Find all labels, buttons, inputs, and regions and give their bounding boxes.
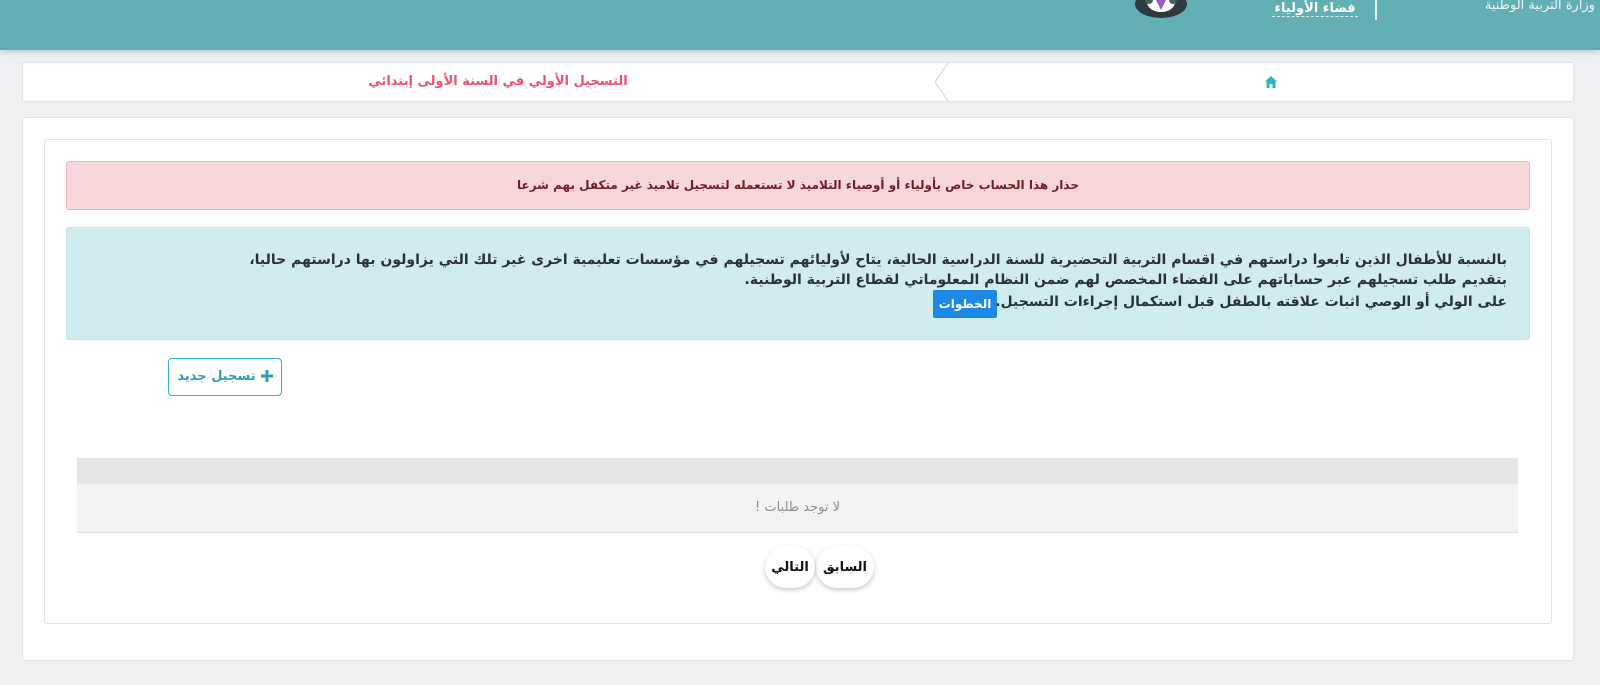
new-registration-button[interactable]: تسجيل جديد: [168, 358, 282, 396]
logo-emblem-icon: [1135, 0, 1187, 18]
header-divider: [1375, 0, 1377, 20]
home-icon[interactable]: [1264, 75, 1278, 89]
table-empty-message: لا توجد طلبات !: [77, 484, 1518, 533]
info-text-line-3: على الولي أو الوصي اثبات علاقته بالطفل ق…: [995, 294, 1507, 310]
previous-page-button[interactable]: السابق: [816, 546, 874, 588]
info-text-line-1: بالنسبة للأطفال الذين تابعوا دراستهم في …: [249, 252, 1507, 268]
ministry-logo-text: وزارة التربية الوطنية: [1484, 0, 1595, 13]
table-header: [77, 458, 1518, 484]
steps-button[interactable]: الخطوات: [933, 290, 997, 318]
new-registration-label: تسجيل جديد: [177, 369, 256, 384]
next-page-button[interactable]: التالي: [765, 546, 815, 588]
breadcrumb-current-page: التسجيل الأولي في السنة الأولى إبتدائي: [368, 74, 628, 89]
brand-underline: [1272, 16, 1358, 21]
info-alert: بالنسبة للأطفال الذين تابعوا دراستهم في …: [66, 227, 1530, 340]
breadcrumb-separator: [934, 63, 949, 101]
breadcrumb: التسجيل الأولي في السنة الأولى إبتدائي: [22, 62, 1574, 102]
warning-alert: حذار هذا الحساب خاص بأولياء أو أوصياء ال…: [66, 161, 1530, 210]
requests-table: لا توجد طلبات !: [77, 458, 1518, 533]
top-header: فضاء الأولياء وزارة التربية الوطنية: [0, 0, 1600, 50]
plus-icon: [260, 369, 273, 382]
info-text-line-2: بتقديم طلب تسجيلهم عبر حساباتهم على الفض…: [744, 272, 1507, 288]
